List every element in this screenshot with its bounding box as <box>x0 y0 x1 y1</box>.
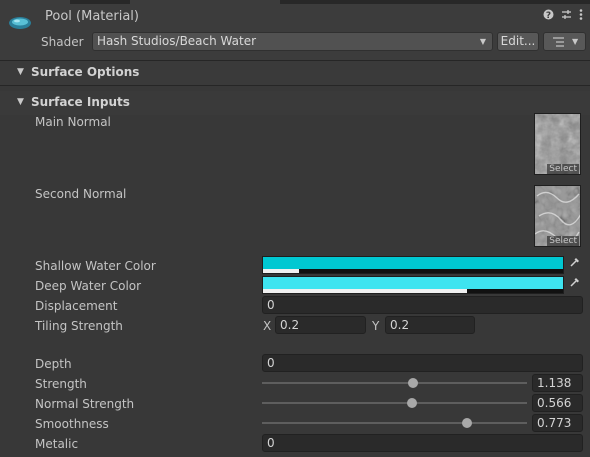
deep-water-color-field[interactable] <box>262 276 564 294</box>
shader-label: Shader <box>41 35 84 49</box>
texture-select-label[interactable]: Select <box>547 164 579 174</box>
second-normal-label: Second Normal <box>35 187 127 201</box>
second-normal-texture-slot[interactable]: Select <box>534 185 581 247</box>
strength-slider-track[interactable] <box>262 382 527 384</box>
tiling-y-field[interactable]: 0.2 <box>385 316 475 334</box>
shader-options-button[interactable]: ▼ <box>543 32 586 51</box>
smoothness-slider-track[interactable] <box>262 422 527 424</box>
alpha-bar <box>263 269 299 273</box>
normal-strength-slider-knob[interactable] <box>406 398 417 408</box>
color-swatch <box>263 277 563 289</box>
metalic-field[interactable]: 0 <box>262 434 583 452</box>
foldout-triangle-icon: ▼ <box>17 97 24 107</box>
main-normal-texture-slot[interactable]: Select <box>534 113 581 175</box>
tiling-strength-label: Tiling Strength <box>35 319 123 333</box>
strength-field[interactable]: 1.138 <box>532 374 583 392</box>
smoothness-field[interactable]: 0.773 <box>532 414 583 432</box>
depth-field[interactable]: 0 <box>262 354 583 372</box>
shallow-water-color-label: Shallow Water Color <box>35 259 156 273</box>
shader-dropdown[interactable]: Hash Studios/Beach Water ▼ <box>92 32 493 51</box>
tiling-x-label: X <box>263 319 272 333</box>
material-title: Pool (Material) <box>45 9 139 24</box>
alpha-bar-background <box>263 269 563 273</box>
strength-label: Strength <box>35 377 87 391</box>
edit-shader-button[interactable]: Edit... <box>497 32 539 51</box>
depth-label: Depth <box>35 357 72 371</box>
surface-inputs-foldout[interactable]: ▼ Surface Inputs <box>0 91 590 115</box>
tiling-y-label: Y <box>372 319 380 333</box>
help-icon[interactable]: ? <box>543 9 554 23</box>
normal-strength-slider-track[interactable] <box>262 402 527 404</box>
color-swatch <box>263 257 563 269</box>
shallow-water-color-field[interactable] <box>262 256 564 274</box>
surface-inputs-label: Surface Inputs <box>31 95 130 109</box>
more-icon[interactable] <box>579 9 583 23</box>
alpha-bar <box>263 289 467 293</box>
normal-strength-label: Normal Strength <box>35 397 135 411</box>
eyedropper-icon[interactable] <box>566 276 584 294</box>
normal-strength-field[interactable]: 0.566 <box>532 394 583 412</box>
displacement-label: Displacement <box>35 299 118 313</box>
section-divider <box>0 85 590 86</box>
chevron-down-icon: ▼ <box>479 37 486 46</box>
deep-water-color-label: Deep Water Color <box>35 279 142 293</box>
smoothness-slider-knob[interactable] <box>461 418 472 428</box>
eyedropper-icon[interactable] <box>566 256 584 274</box>
surface-options-foldout[interactable]: ▼ Surface Options <box>0 61 590 85</box>
chevron-down-icon: ▼ <box>572 37 579 46</box>
texture-select-label[interactable]: Select <box>547 236 579 246</box>
shader-value: Hash Studios/Beach Water <box>97 34 257 48</box>
smoothness-label: Smoothness <box>35 417 109 431</box>
main-normal-label: Main Normal <box>35 115 111 129</box>
metalic-label: Metalic <box>35 437 79 451</box>
list-icon <box>553 37 564 47</box>
displacement-field[interactable]: 0 <box>262 296 583 314</box>
material-icon <box>8 13 32 33</box>
tiling-x-field[interactable]: 0.2 <box>275 316 366 334</box>
preset-icon[interactable] <box>561 9 572 23</box>
strength-slider-knob[interactable] <box>408 378 419 388</box>
surface-options-label: Surface Options <box>31 65 140 79</box>
svg-text:?: ? <box>546 11 551 20</box>
foldout-triangle-icon: ▼ <box>17 67 24 77</box>
